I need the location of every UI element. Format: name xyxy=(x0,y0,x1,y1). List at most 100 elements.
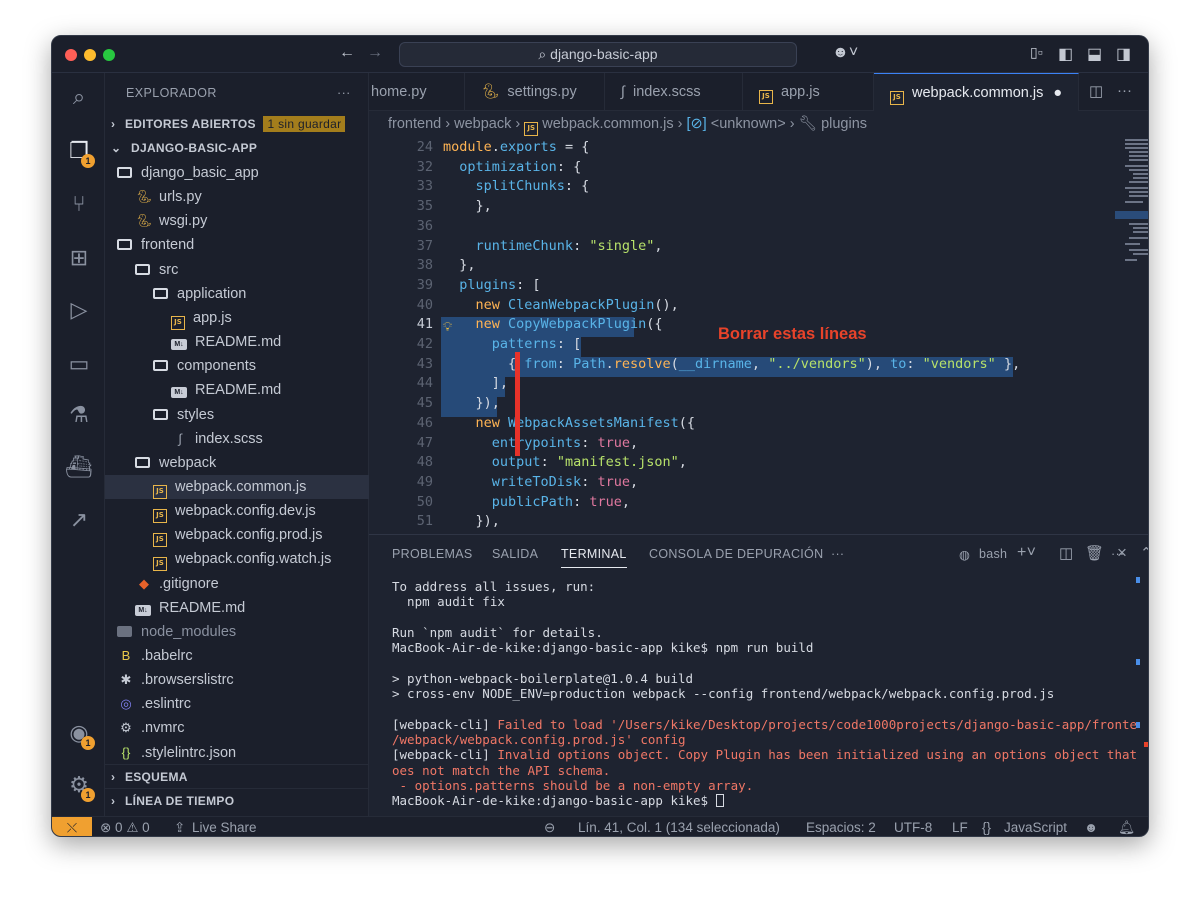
toggle-panel-icon[interactable]: ⬓ xyxy=(1087,44,1102,64)
live-share-icon[interactable]: ↗ xyxy=(65,506,93,534)
explorer-more-button[interactable]: ··· xyxy=(337,81,351,105)
minimap[interactable] xyxy=(1115,137,1149,327)
close-panel-icon[interactable]: × xyxy=(1117,543,1127,563)
copilot-status-icon[interactable]: ☻ xyxy=(1084,817,1098,836)
terminal-line: > cross-env NODE_ENV=production webpack … xyxy=(392,686,1055,702)
project-section[interactable]: ⌄ DJANGO-BASIC-APP xyxy=(105,136,369,160)
tree-item[interactable]: styles xyxy=(105,403,369,427)
tree-item[interactable]: django_basic_app xyxy=(105,161,369,185)
tab-app-js[interactable]: JS app.js xyxy=(743,73,874,111)
terminal-scrollbar-marker xyxy=(1136,577,1140,583)
tab-home-py[interactable]: home.py xyxy=(369,73,465,111)
editor-more-icon[interactable]: ··· xyxy=(1117,82,1132,99)
tree-item[interactable]: B .babelrc xyxy=(105,644,369,668)
breadcrumb-item[interactable]: webpack.common.js xyxy=(542,116,673,132)
line-ending[interactable]: LF xyxy=(952,817,968,836)
zoom-icon[interactable]: ⊖ xyxy=(544,817,555,836)
tree-item-label: application xyxy=(177,285,247,302)
notifications-bell-icon[interactable]: 🔔︎ xyxy=(1118,817,1135,836)
language-mode[interactable]: JavaScript xyxy=(1004,817,1067,836)
extensions-icon[interactable]: ⊞ xyxy=(65,244,93,272)
tree-item[interactable]: ◆ .gitignore xyxy=(105,572,369,596)
open-editors-section[interactable]: › EDITORES ABIERTOS 1 sin guardar xyxy=(105,112,369,136)
live-share-button[interactable]: Live Share xyxy=(192,817,257,836)
encoding[interactable]: UTF-8 xyxy=(894,817,932,836)
tab-index-scss[interactable]: ∫ index.scss xyxy=(605,73,743,111)
explorer-sidebar: EXPLORADOR ··· › EDITORES ABIERTOS 1 sin… xyxy=(105,73,369,816)
back-arrow-icon[interactable]: ← xyxy=(339,44,355,62)
terminal-output[interactable]: To address all issues, run: npm audit fi… xyxy=(392,579,1137,816)
minimize-window-button[interactable] xyxy=(84,49,96,61)
docker-icon[interactable]: ⛴ xyxy=(65,453,93,481)
tree-item[interactable]: ∫ index.scss xyxy=(105,427,369,451)
tree-item[interactable]: M↓ README.md xyxy=(105,596,369,620)
tab-debug-console[interactable]: CONSOLA DE DEPURACIÓN xyxy=(649,547,823,561)
terminal-cursor xyxy=(715,794,724,808)
trash-icon[interactable]: 🗑︎ xyxy=(1085,544,1104,562)
tree-item[interactable]: node_modules xyxy=(105,620,369,644)
project-label: DJANGO-BASIC-APP xyxy=(131,141,258,155)
tree-item[interactable]: M↓ README.md xyxy=(105,378,369,402)
timeline-section[interactable]: › LÍNEA DE TIEMPO xyxy=(105,788,369,812)
problems-indicator[interactable]: ⊗ 0 ⚠ 0 xyxy=(100,817,150,836)
tree-item[interactable]: components xyxy=(105,354,369,378)
tab-output[interactable]: SALIDA xyxy=(492,547,538,561)
tree-item[interactable]: JS webpack.config.watch.js xyxy=(105,547,369,572)
terminal-shell-label[interactable]: bash xyxy=(979,547,1007,561)
line-number: 46 xyxy=(416,414,433,431)
tree-item[interactable]: ◎ .eslintrc xyxy=(105,692,369,716)
panel-more-icon[interactable]: ··· xyxy=(831,547,844,561)
split-editor-icon[interactable]: ◫ xyxy=(1089,82,1103,100)
run-debug-icon[interactable]: ▷ xyxy=(65,296,93,324)
cursor-position[interactable]: Lín. 41, Col. 1 (134 seleccionada) xyxy=(578,817,780,836)
tree-item[interactable]: src xyxy=(105,258,369,282)
copilot-icon[interactable]: ☻˅ xyxy=(832,44,858,62)
tree-item[interactable]: {} .stylelintrc.json xyxy=(105,741,369,765)
customize-layout-icon[interactable]: ▯▫ xyxy=(1030,44,1043,61)
tree-item[interactable]: ⚙ .nvmrc xyxy=(105,716,369,740)
toggle-secondary-sidebar-icon[interactable]: ◨ xyxy=(1116,44,1131,64)
breadcrumb-item[interactable]: plugins xyxy=(821,116,867,132)
tab-label: settings.py xyxy=(507,84,577,100)
tree-item[interactable]: ✱ .browserslistrc xyxy=(105,668,369,692)
tab-settings-py[interactable]: 🐍︎ settings.py xyxy=(465,73,605,111)
unsaved-dot-icon[interactable]: ● xyxy=(1053,85,1062,101)
code-line: new WebpackAssetsManifest({ xyxy=(475,414,695,431)
tree-item[interactable]: JS webpack.config.prod.js xyxy=(105,523,369,548)
tree-item[interactable]: JS webpack.common.js xyxy=(105,474,369,499)
split-terminal-icon[interactable]: ◫ xyxy=(1059,544,1073,562)
remote-explorer-icon[interactable]: ▭ xyxy=(65,350,93,378)
folder-icon xyxy=(117,239,132,251)
indentation[interactable]: Espacios: 2 xyxy=(806,817,876,836)
search-icon[interactable]: ⌕ xyxy=(65,83,93,111)
tree-item[interactable]: JS webpack.config.dev.js xyxy=(105,499,369,524)
tree-item[interactable]: M↓ README.md xyxy=(105,330,369,354)
remote-indicator-icon[interactable]: ⤬ xyxy=(52,817,92,836)
tab-webpack-common-js[interactable]: JS webpack.common.js ● xyxy=(874,73,1079,111)
breadcrumb-item[interactable]: webpack xyxy=(454,116,511,132)
tree-item[interactable]: 🐍︎ urls.py xyxy=(105,185,369,209)
tree-item[interactable]: application xyxy=(105,282,369,306)
lightbulb-icon[interactable]: 💡︎ xyxy=(443,319,452,335)
outline-section[interactable]: › ESQUEMA xyxy=(105,764,369,788)
close-window-button[interactable] xyxy=(65,49,77,61)
breadcrumb-item[interactable]: frontend xyxy=(388,116,441,132)
new-terminal-plus-icon[interactable]: +˅ xyxy=(1017,544,1036,562)
line-number: 50 xyxy=(416,493,433,510)
command-center-search[interactable]: ⌕ django-basic-app xyxy=(399,42,797,67)
terminal-line: ✧MacBook-Air-de-kike:django-basic-app ki… xyxy=(392,793,724,808)
source-control-icon[interactable]: ⑂ xyxy=(65,190,93,218)
zoom-window-button[interactable] xyxy=(103,49,115,61)
tab-terminal[interactable]: TERMINAL xyxy=(561,547,627,568)
tree-item[interactable]: 🐍︎ wsgi.py xyxy=(105,209,369,233)
forward-arrow-icon[interactable]: → xyxy=(367,44,383,62)
maximize-panel-icon[interactable]: ⌃ xyxy=(1140,544,1148,562)
tab-problems[interactable]: PROBLEMAS xyxy=(392,547,473,561)
tree-item[interactable]: JS app.js xyxy=(105,306,369,330)
tree-item[interactable]: frontend xyxy=(105,233,369,257)
line-number: 33 xyxy=(416,178,433,195)
testing-flask-icon[interactable]: ⚗ xyxy=(65,401,93,429)
breadcrumb-item[interactable]: <unknown> xyxy=(711,116,786,132)
toggle-sidebar-icon[interactable]: ◧ xyxy=(1058,44,1073,64)
tree-item[interactable]: webpack xyxy=(105,451,369,475)
